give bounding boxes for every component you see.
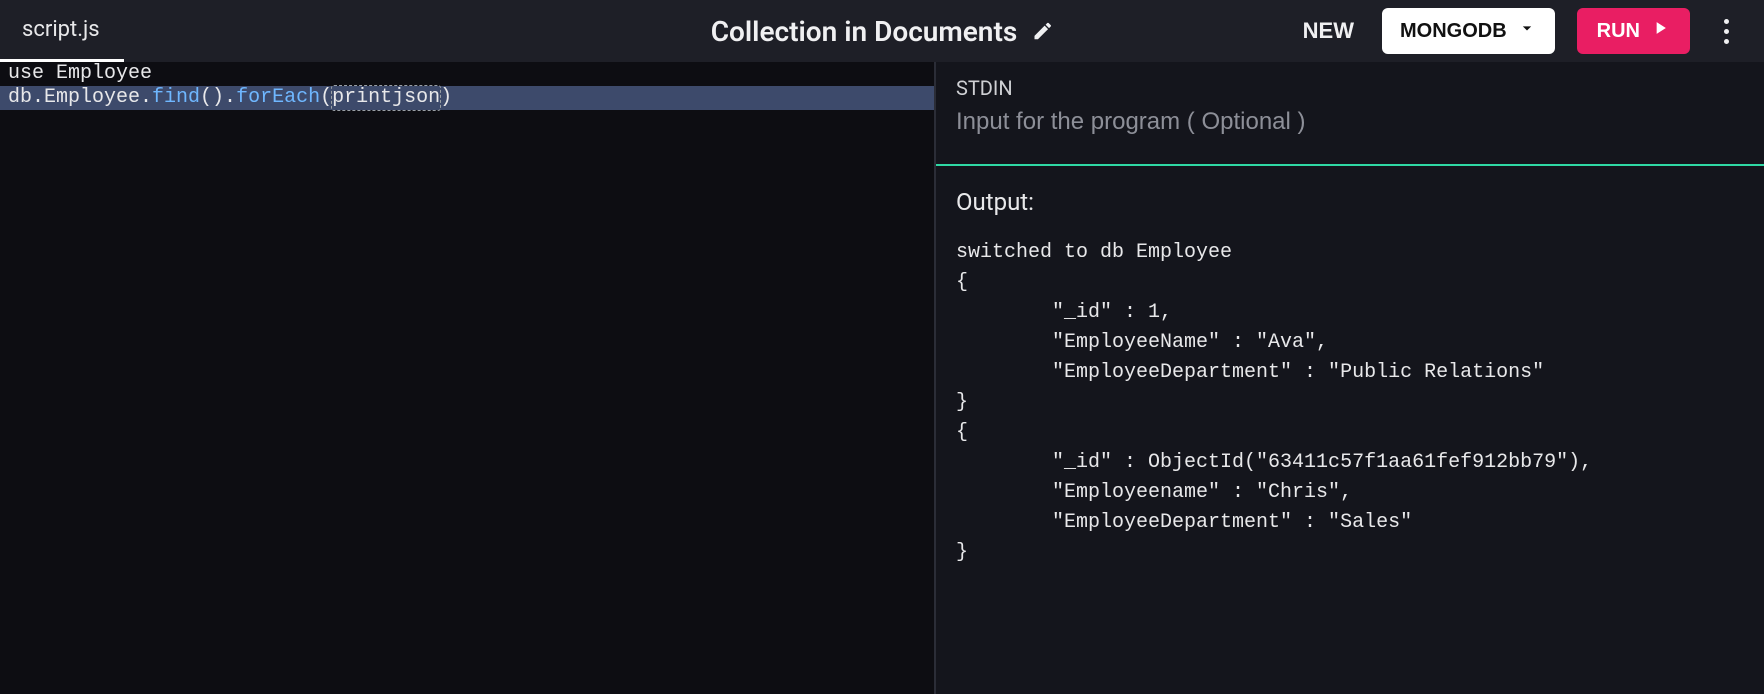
stdin-section: STDIN xyxy=(936,62,1764,166)
topbar: script.js Collection in Documents NEW MO… xyxy=(0,0,1764,62)
title-container: Collection in Documents xyxy=(711,15,1054,48)
edit-title-icon[interactable] xyxy=(1031,20,1053,42)
workspace: use Employee db.Employee.find().forEach(… xyxy=(0,62,1764,694)
play-icon xyxy=(1650,18,1670,44)
file-tab[interactable]: script.js xyxy=(0,0,124,62)
run-button-label: RUN xyxy=(1597,20,1640,43)
stdin-label: STDIN xyxy=(956,76,1744,100)
code-token: db.Employee. xyxy=(8,86,152,109)
code-token: ) xyxy=(440,86,452,109)
output-text: switched to db Employee { "_id" : 1, "Em… xyxy=(956,238,1744,568)
io-pane: STDIN Output: switched to db Employee { … xyxy=(934,62,1764,694)
code-line: use Employee xyxy=(0,62,934,86)
chevron-down-icon xyxy=(1517,18,1537,44)
new-button[interactable]: NEW xyxy=(1297,10,1360,52)
output-label: Output: xyxy=(956,188,1744,216)
language-selector[interactable]: MONGODB xyxy=(1382,8,1555,54)
code-token: find xyxy=(152,86,200,109)
code-token: printjson xyxy=(332,86,440,110)
code-token: Employee xyxy=(56,62,152,85)
page-title: Collection in Documents xyxy=(711,15,1018,48)
file-tab-label: script.js xyxy=(22,17,100,42)
more-menu-icon[interactable] xyxy=(1712,11,1740,51)
code-line-active: db.Employee.find().forEach(printjson) xyxy=(0,86,934,110)
right-controls: NEW MONGODB RUN xyxy=(1297,8,1764,54)
output-section: Output: switched to db Employee { "_id" … xyxy=(936,166,1764,588)
code-token: (). xyxy=(200,86,236,109)
language-selector-label: MONGODB xyxy=(1400,20,1507,43)
new-button-label: NEW xyxy=(1303,18,1354,43)
code-token: forEach xyxy=(236,86,320,109)
run-button[interactable]: RUN xyxy=(1577,8,1690,54)
stdin-input[interactable] xyxy=(956,108,1744,136)
code-token: use xyxy=(8,62,56,85)
code-editor[interactable]: use Employee db.Employee.find().forEach(… xyxy=(0,62,934,694)
code-token: ( xyxy=(320,86,332,109)
